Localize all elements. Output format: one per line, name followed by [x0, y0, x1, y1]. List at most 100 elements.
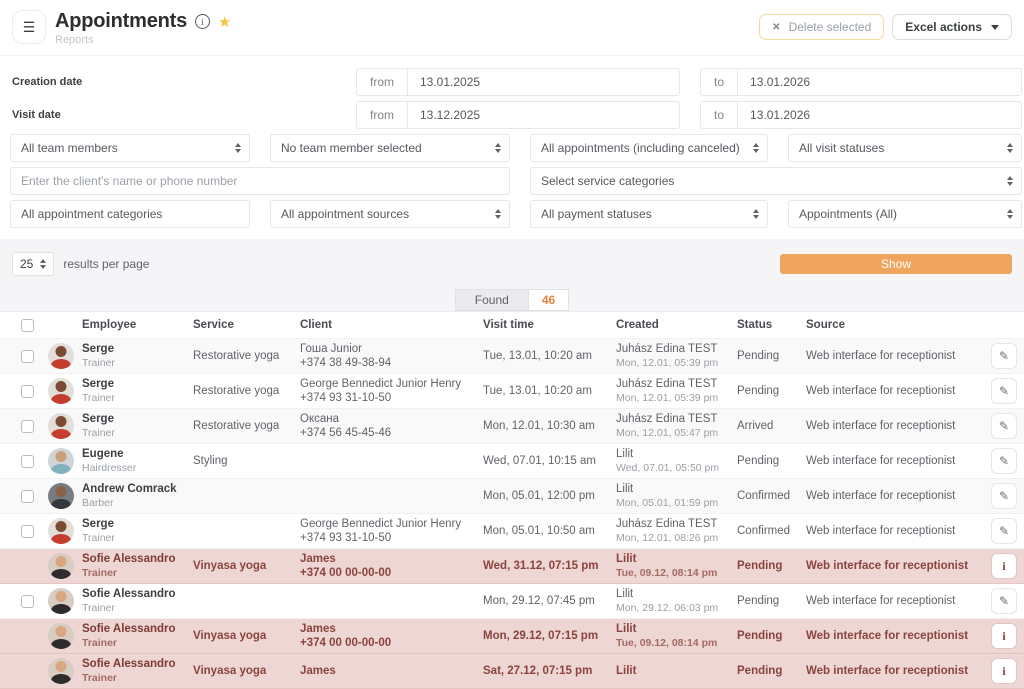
appointments-all-select[interactable]: Appointments (All) [788, 200, 1022, 228]
employee-name: Serge [82, 517, 193, 531]
service-name: Vinyasa yoga [193, 559, 300, 573]
edit-button[interactable]: ✎ [991, 343, 1017, 369]
appointments-table: Employee Service Client Visit time Creat… [0, 311, 1024, 689]
col-client: Client [300, 319, 483, 331]
avatar [48, 658, 74, 684]
info-button[interactable]: i [991, 658, 1017, 684]
table-row: Serge Trainer Restorative yoga George Be… [0, 374, 1024, 409]
table-row: Eugene Hairdresser Styling Wed, 07.01, 1… [0, 444, 1024, 479]
service-name: Styling [193, 454, 300, 468]
info-icon[interactable]: i [195, 14, 210, 29]
per-page-value: 25 [20, 257, 33, 271]
filters-panel: Creation date from 13.01.2025 to 13.01.2… [0, 56, 1024, 239]
row-checkbox[interactable] [21, 455, 34, 468]
avatar [48, 413, 74, 439]
client-phone: +374 56 45-45-46 [300, 426, 483, 440]
created-by: Juhász Edina TEST [616, 342, 737, 356]
select-all-checkbox[interactable] [21, 319, 34, 332]
service-name: Restorative yoga [193, 419, 300, 433]
visit-date-from-value: 13.12.2025 [408, 108, 492, 122]
edit-button[interactable]: ✎ [991, 378, 1017, 404]
created-by: Juhász Edina TEST [616, 517, 737, 531]
app-header: ☰ Appointments i ★ Reports ✕ Delete sele… [0, 0, 1024, 56]
row-checkbox[interactable] [21, 490, 34, 503]
hamburger-icon: ☰ [23, 20, 36, 34]
service-categories-value: Select service categories [541, 174, 674, 188]
no-team-member-select[interactable]: No team member selected [270, 134, 510, 162]
updown-arrows-icon [1007, 176, 1013, 186]
status-badge: Pending [737, 594, 806, 608]
results-band: 25 results per page Show Found 46 [0, 239, 1024, 311]
updown-arrows-icon [235, 143, 241, 153]
source-text: Web interface for receptionist [806, 594, 978, 608]
creation-date-to-value: 13.01.2026 [738, 75, 822, 89]
created-at: Mon, 12.01, 05:39 pm [616, 357, 737, 370]
source-text: Web interface for receptionist [806, 629, 978, 643]
menu-button[interactable]: ☰ [12, 10, 46, 44]
appointments-filter-value: All appointments (including canceled) [541, 141, 740, 155]
payment-statuses-select[interactable]: All payment statuses [530, 200, 768, 228]
appointment-sources-select[interactable]: All appointment sources [270, 200, 510, 228]
edit-button[interactable]: ✎ [991, 413, 1017, 439]
source-text: Web interface for receptionist [806, 559, 978, 573]
employee-name: Andrew Comrack [82, 482, 193, 496]
created-by: Lilit [616, 447, 737, 461]
found-tab[interactable]: Found [455, 289, 528, 311]
avatar [48, 343, 74, 369]
row-checkbox[interactable] [21, 385, 34, 398]
table-row: Sofie Alessandro Trainer Vinyasa yoga Ja… [0, 549, 1024, 584]
row-checkbox[interactable] [21, 420, 34, 433]
avatar [48, 588, 74, 614]
edit-button[interactable]: ✎ [991, 518, 1017, 544]
employee-name: Serge [82, 412, 193, 426]
excel-actions-button[interactable]: Excel actions [892, 14, 1012, 40]
visit-time: Mon, 29.12, 07:15 pm [483, 629, 616, 643]
table-row: Serge Trainer Restorative yoga Гоша Juni… [0, 339, 1024, 374]
team-members-select[interactable]: All team members [10, 134, 250, 162]
info-button[interactable]: i [991, 623, 1017, 649]
client-search-input[interactable] [10, 167, 510, 195]
source-text: Web interface for receptionist [806, 419, 978, 433]
delete-selected-button[interactable]: ✕ Delete selected [759, 14, 884, 40]
payment-statuses-value: All payment statuses [541, 207, 652, 221]
appointment-sources-value: All appointment sources [281, 207, 409, 221]
row-checkbox[interactable] [21, 525, 34, 538]
edit-button[interactable]: ✎ [991, 448, 1017, 474]
appointment-categories-select[interactable]: All appointment categories [10, 200, 250, 228]
info-button[interactable]: i [991, 553, 1017, 579]
per-page-select[interactable]: 25 [12, 252, 54, 276]
edit-button[interactable]: ✎ [991, 483, 1017, 509]
table-row: Serge Trainer Restorative yoga Оксана +3… [0, 409, 1024, 444]
show-button[interactable]: Show [780, 254, 1012, 274]
edit-button[interactable]: ✎ [991, 588, 1017, 614]
row-checkbox[interactable] [21, 595, 34, 608]
avatar [48, 483, 74, 509]
updown-arrows-icon [40, 259, 46, 269]
visit-date-from-input[interactable]: from 13.12.2025 [356, 101, 680, 129]
created-at: Tue, 09.12, 08:14 pm [616, 567, 737, 580]
breadcrumb: Reports [55, 34, 232, 46]
visit-time: Wed, 07.01, 10:15 am [483, 454, 616, 468]
table-row: Sofie Alessandro Trainer Vinyasa yoga Ja… [0, 654, 1024, 689]
appointments-filter-select[interactable]: All appointments (including canceled) [530, 134, 768, 162]
client-name: James [300, 664, 483, 678]
created-by: Lilit [616, 482, 737, 496]
employee-name: Sofie Alessandro [82, 587, 193, 601]
creation-date-to-input[interactable]: to 13.01.2026 [700, 68, 1022, 96]
per-page-suffix: results per page [63, 257, 149, 271]
creation-date-label: Creation date [0, 76, 356, 88]
status-badge: Pending [737, 349, 806, 363]
creation-date-from-input[interactable]: from 13.01.2025 [356, 68, 680, 96]
service-categories-select[interactable]: Select service categories [530, 167, 1022, 195]
created-by: Lilit [616, 664, 737, 678]
source-text: Web interface for receptionist [806, 349, 978, 363]
visit-date-to-input[interactable]: to 13.01.2026 [700, 101, 1022, 129]
visit-time: Mon, 05.01, 12:00 pm [483, 489, 616, 503]
employee-role: Trainer [82, 672, 193, 685]
favorite-star-icon[interactable]: ★ [218, 13, 231, 31]
found-count-badge[interactable]: 46 [528, 289, 569, 311]
employee-role: Trainer [82, 532, 193, 545]
visit-statuses-select[interactable]: All visit statuses [788, 134, 1022, 162]
status-badge: Pending [737, 629, 806, 643]
row-checkbox[interactable] [21, 350, 34, 363]
